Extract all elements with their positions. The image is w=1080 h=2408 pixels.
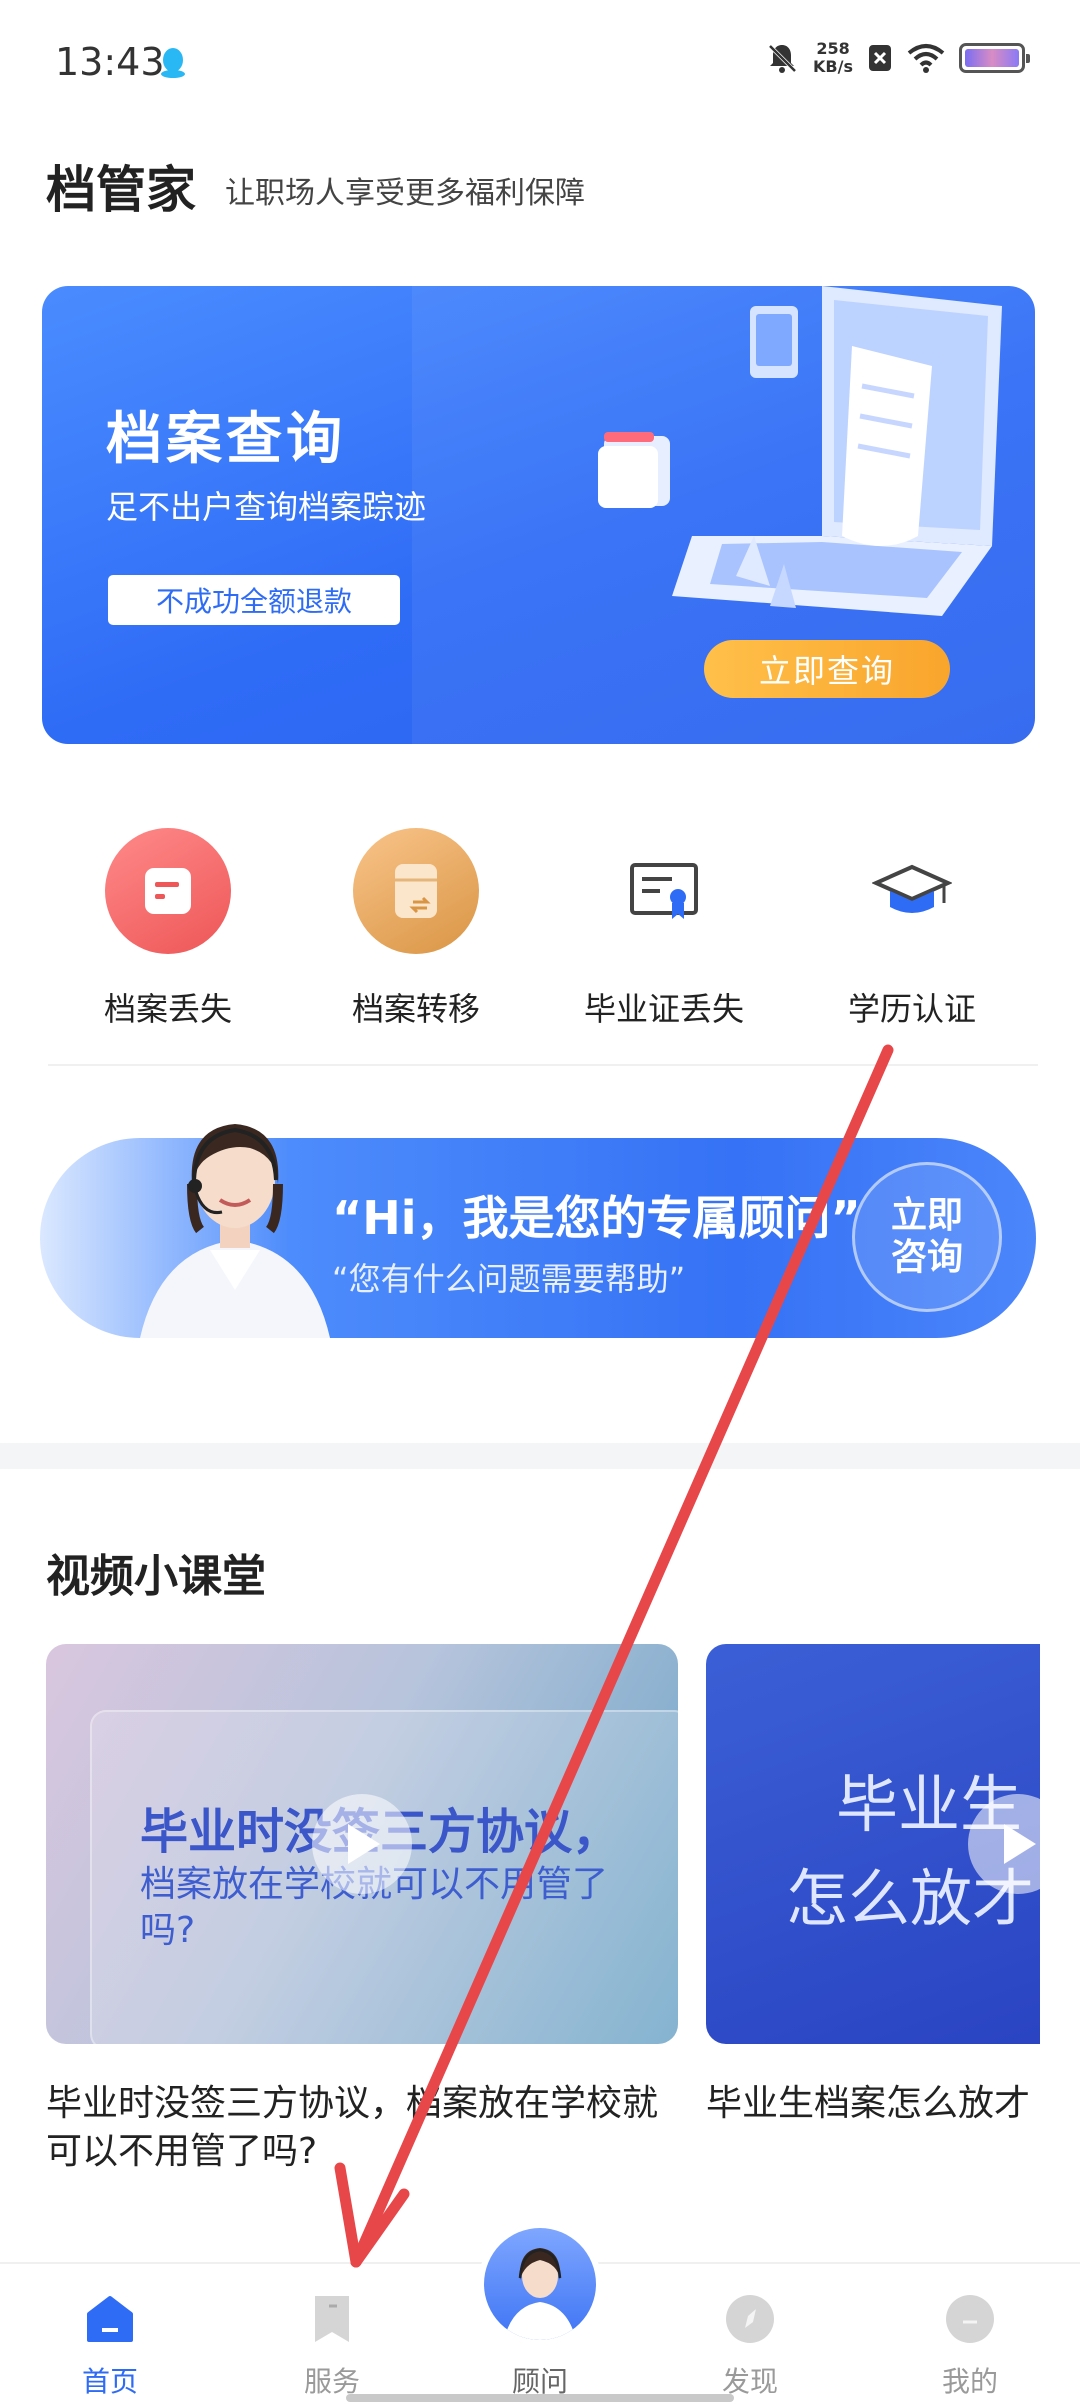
quick-item-file-transfer[interactable]: 档案转移	[316, 828, 516, 1030]
section-separator	[0, 1443, 1080, 1469]
file-transfer-icon	[353, 828, 479, 954]
bottom-nav: 首页 服务 顾问 发现 我的	[0, 2222, 1080, 2408]
play-icon[interactable]	[312, 1794, 412, 1894]
quick-item-label: 档案丢失	[103, 990, 232, 1028]
nav-label: 我的	[941, 2365, 998, 2398]
banner-title: 档案查询	[106, 407, 346, 472]
quick-services-grid: 档案丢失 档案转移 毕业证丢失 学历认证	[42, 828, 1038, 1038]
video-card[interactable]: 毕业生 怎么放才	[706, 1644, 1040, 2044]
battery-icon	[959, 43, 1030, 73]
consultant-banner[interactable]: “Hi，我是您的专属顾问” “您有什么问题需要帮助” 立即咨询	[40, 1124, 1036, 1338]
divider	[48, 1064, 1038, 1066]
mute-bell-icon	[768, 44, 797, 73]
network-speed-unit: KB/s	[813, 57, 853, 76]
banner-subtitle: 足不出户查询档案踪迹	[106, 488, 427, 526]
wifi-icon	[907, 44, 945, 73]
home-indicator[interactable]	[346, 2394, 734, 2402]
video-section-title: 视频小课堂	[46, 1551, 266, 1602]
nav-item-profile[interactable]: 我的	[900, 2292, 1040, 2400]
app-slogan: 让职场人享受更多福利保障	[225, 176, 585, 211]
app-title: 档管家	[46, 161, 196, 219]
advisor-avatar-icon	[484, 2228, 596, 2340]
refund-badge: 不成功全额退款	[108, 575, 400, 625]
compass-icon	[726, 2295, 774, 2343]
quick-item-degree-verification[interactable]: 学历认证	[812, 828, 1012, 1030]
quick-item-label: 档案转移	[351, 990, 480, 1028]
video-card[interactable]: 毕业时没签三方协议， 档案放在学校就可以不用管了吗?	[46, 1644, 678, 2044]
quick-item-label: 毕业证丢失	[583, 990, 744, 1028]
quick-item-certificate-lost[interactable]: 毕业证丢失	[564, 828, 764, 1030]
video-caption[interactable]: 毕业生档案怎么放才	[706, 2080, 1080, 2128]
quick-item-label: 学历认证	[847, 990, 976, 1028]
nav-item-home[interactable]: 首页	[40, 2292, 180, 2400]
consultant-subtitle: “您有什么问题需要帮助”	[332, 1260, 686, 1298]
status-icons: 258 KB/s	[765, 40, 1030, 76]
laptop-illustration	[598, 286, 1002, 616]
archive-query-banner[interactable]: 档案查询 足不出户查询档案踪迹 不成功全额退款 立即查询	[42, 286, 1035, 744]
nav-item-discover[interactable]: 发现	[680, 2292, 820, 2400]
file-lost-icon	[105, 828, 231, 954]
qq-notification-icon	[161, 48, 185, 78]
video-caption[interactable]: 毕业时没签三方协议，档案放在学校就可以不用管了吗?	[46, 2080, 682, 2176]
consult-now-button[interactable]: 立即咨询	[852, 1162, 1002, 1312]
nav-label: 首页	[81, 2365, 138, 2398]
consult-now-label: 立即咨询	[890, 1195, 963, 1278]
profile-icon	[946, 2295, 994, 2343]
consultant-title: “Hi，我是您的专属顾问”	[332, 1191, 861, 1245]
home-icon	[87, 2296, 133, 2342]
sim-x-icon	[869, 45, 891, 71]
graduation-cap-icon	[849, 828, 975, 954]
nav-item-services[interactable]: 服务	[262, 2292, 402, 2400]
consultant-avatar	[140, 1124, 330, 1338]
nav-item-advisor[interactable]	[478, 2222, 602, 2346]
status-time: 13:43	[55, 40, 165, 84]
certificate-icon	[601, 828, 727, 954]
network-speed: 258 KB/s	[813, 40, 853, 76]
status-bar: 13:43 258 KB/s	[0, 0, 1080, 120]
network-speed-value: 258	[816, 39, 850, 58]
quick-item-file-lost[interactable]: 档案丢失	[68, 828, 268, 1030]
query-now-button[interactable]: 立即查询	[704, 640, 950, 698]
bookmark-icon	[315, 2296, 349, 2342]
